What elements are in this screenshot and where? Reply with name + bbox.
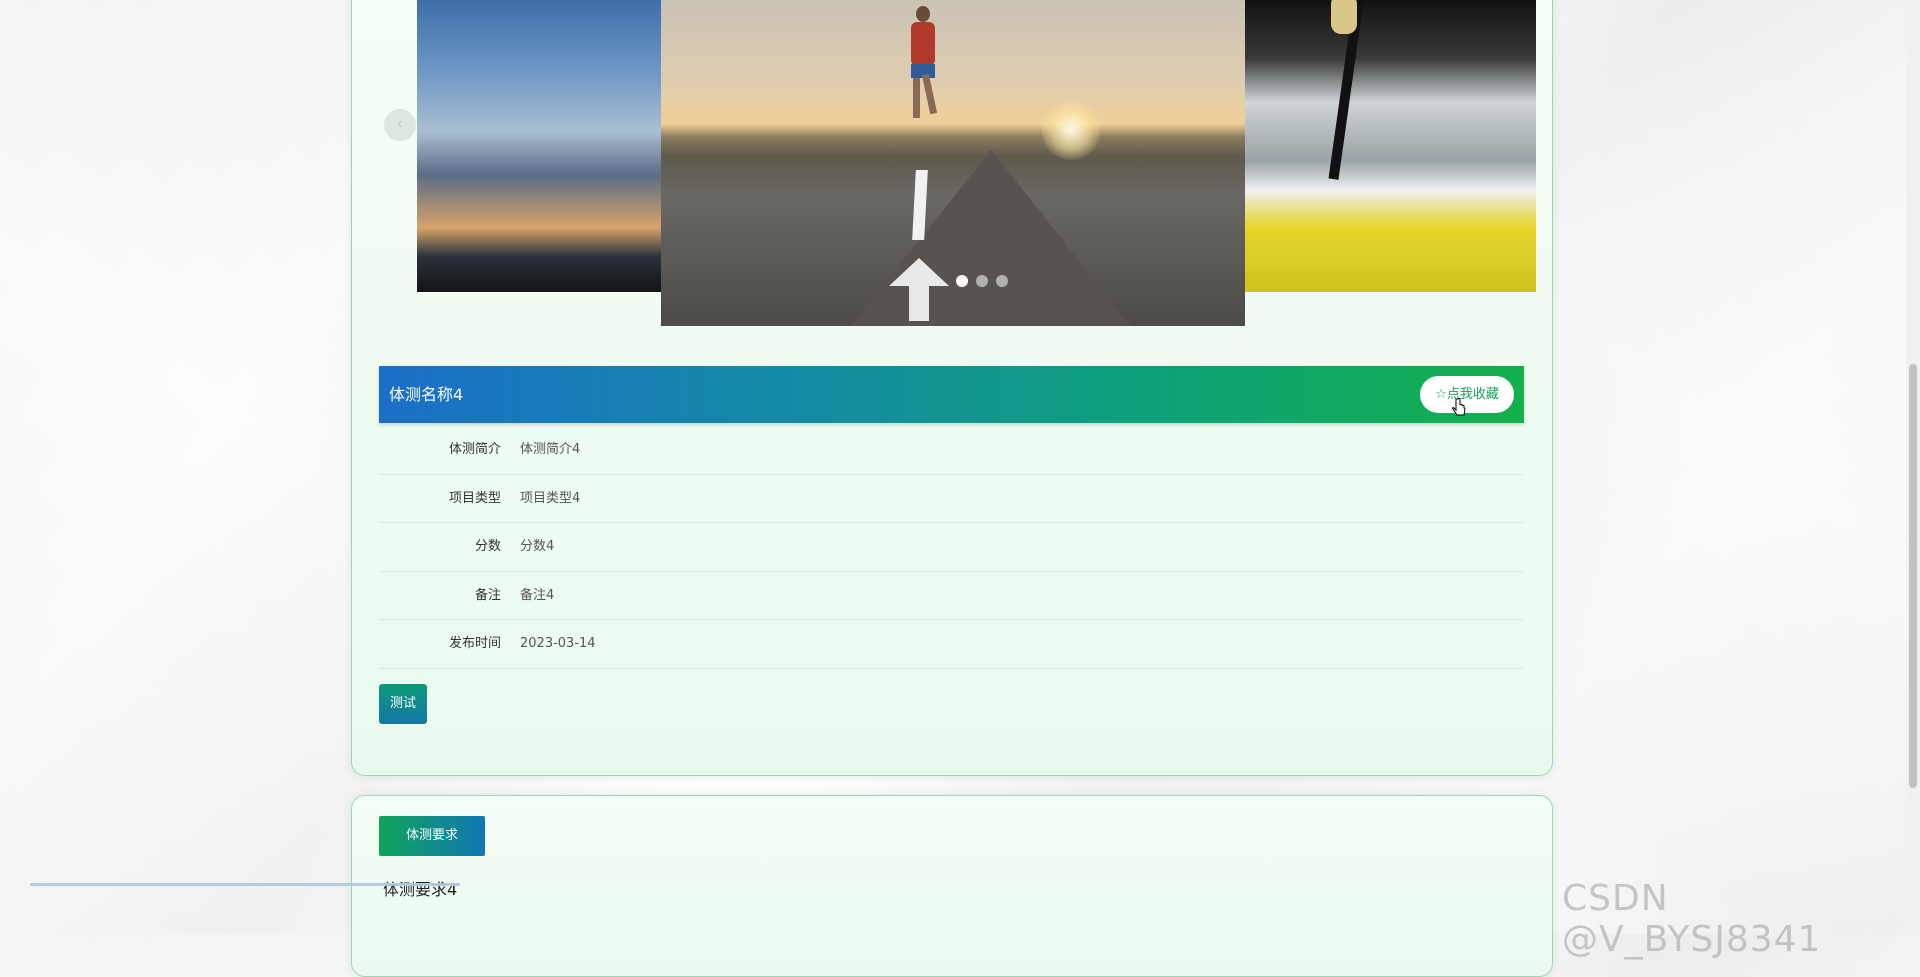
field-label: 发布时间 [448,636,501,651]
field-value: 2023-03-14 [520,636,596,651]
carousel-dot[interactable] [976,275,988,287]
hand-cursor-icon [1452,398,1466,416]
carousel-dot[interactable] [956,275,968,287]
carousel-slide-runner[interactable] [661,0,1245,326]
page-scrollbar[interactable] [1906,0,1920,934]
field-row: 备注 备注4 [379,572,1524,620]
road-arrow-stem [909,285,929,321]
field-value: 项目类型4 [520,490,581,506]
watermark: CSDN @V_BYSJ8341 [1562,878,1822,960]
detail-fields: 体测简介 体测简介4 项目类型 项目类型4 分数 分数4 备注 备注4 发布时间… [379,426,1524,669]
field-row: 体测简介 体测简介4 [379,426,1524,475]
scroll-thumb[interactable] [1909,364,1917,788]
field-label: 体测简介 [448,442,501,457]
loading-progress [30,883,460,886]
field-row: 分数 分数4 [379,523,1524,572]
road-graphic [851,150,1131,326]
field-label: 分数 [474,539,501,554]
test-button[interactable]: 测试 [379,684,427,724]
paddle-blade-graphic [1331,0,1357,34]
detail-header: 体测名称4 ☆点我收藏 [379,366,1524,423]
carousel-slide-kayak[interactable] [1245,0,1536,292]
loading-progress-fill [30,883,460,886]
detail-title: 体测名称4 [389,385,464,404]
field-label: 备注 [474,587,501,603]
carousel-indicators [956,275,1008,287]
carousel-dot[interactable] [996,275,1008,287]
carousel-slide-sunset[interactable] [417,0,661,292]
field-row: 发布时间 2023-03-14 [379,620,1524,669]
requirements-content: 体测要求4 [383,880,458,899]
field-value: 备注4 [520,587,555,603]
runner-figure [901,6,945,118]
road-arrow [889,258,949,286]
field-value: 分数4 [520,539,555,554]
field-row: 项目类型 项目类型4 [379,475,1524,523]
field-value: 体测简介4 [520,442,581,457]
carousel-prev-button[interactable]: ‹ [384,109,416,141]
requirements-panel [351,795,1553,977]
favorite-button[interactable]: ☆点我收藏 [1420,376,1514,413]
requirements-tab[interactable]: 体测要求 [379,816,485,856]
field-label: 项目类型 [448,490,501,506]
